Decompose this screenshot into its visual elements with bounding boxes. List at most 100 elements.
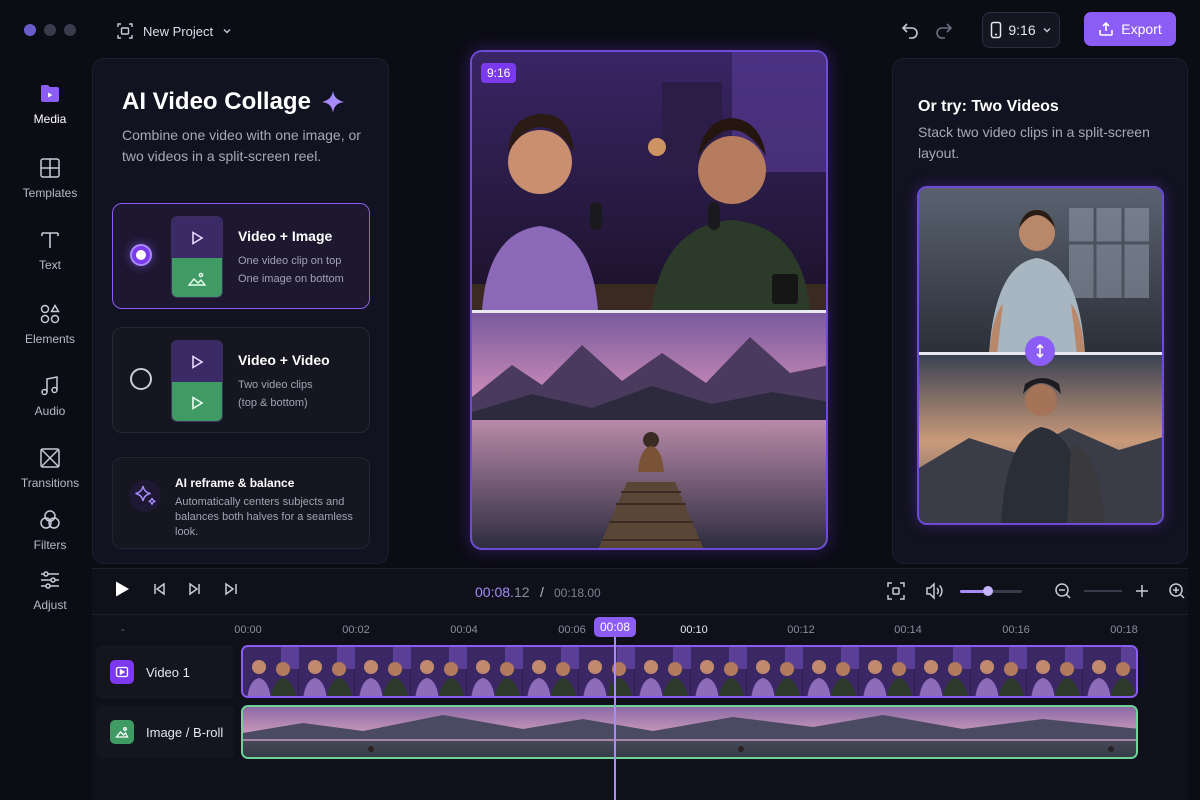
sidebar-item-audio[interactable]: Audio xyxy=(8,374,92,418)
playhead-label[interactable]: 00:08 xyxy=(594,617,636,637)
image-clip[interactable] xyxy=(241,705,1138,759)
sidebar-item-text[interactable]: Text xyxy=(8,228,92,272)
sparkle-icon xyxy=(321,90,345,114)
redo-icon[interactable] xyxy=(934,20,954,40)
zoom-out-icon[interactable] xyxy=(1054,582,1072,600)
timeline-tools xyxy=(886,581,1186,601)
radio-unselected[interactable] xyxy=(130,368,152,390)
filmstrip-frame xyxy=(635,647,691,696)
option-line2: (top & bottom) xyxy=(238,397,308,409)
volume-slider-knob[interactable] xyxy=(982,585,993,596)
play-icon xyxy=(172,341,222,382)
filmstrip-frame xyxy=(859,647,915,696)
step-forward-icon[interactable] xyxy=(188,582,202,596)
window-dot-close[interactable] xyxy=(24,24,36,36)
ruler-tick: 00:14 xyxy=(894,624,922,636)
play-icon[interactable] xyxy=(114,580,130,598)
panel-description: Combine one video with one image, or two… xyxy=(122,127,361,164)
layout-thumbnail xyxy=(171,340,223,422)
aspect-ratio-selector[interactable]: 9:16 xyxy=(982,12,1060,48)
volume-icon[interactable] xyxy=(924,581,944,601)
audio-icon xyxy=(38,374,62,398)
sidebar-item-label: Audio xyxy=(34,404,66,418)
filmstrip-frame xyxy=(1027,647,1083,696)
text-icon xyxy=(38,228,62,252)
chevron-down-icon xyxy=(1042,25,1052,35)
window-dot-minimize[interactable] xyxy=(44,24,56,36)
project-name: New Project xyxy=(143,23,214,39)
ruler-tick: 00:12 xyxy=(787,624,815,636)
upload-icon xyxy=(1098,21,1114,37)
plus-icon[interactable] xyxy=(1134,583,1150,599)
alt-title: Or try: Two Videos xyxy=(918,98,1059,115)
media-icon xyxy=(38,82,62,106)
zoom-slider[interactable] xyxy=(1084,590,1122,592)
filmstrip-frame xyxy=(355,647,411,696)
sidebar-item-filters[interactable]: Filters xyxy=(8,508,92,552)
radio-selected[interactable] xyxy=(130,244,152,266)
sidebar-item-templates[interactable]: Templates xyxy=(8,156,92,200)
option-line2: One image on bottom xyxy=(238,273,344,285)
sidebar-item-label: Text xyxy=(38,258,61,272)
video-track-icon xyxy=(110,660,134,684)
ruler-tick: 00:06 xyxy=(558,624,586,636)
option-video-image[interactable]: Video + Image One video clip on top One … xyxy=(112,203,370,309)
filmstrip-frame xyxy=(579,647,635,696)
collage-preview[interactable] xyxy=(470,50,828,550)
export-label: Export xyxy=(1121,21,1162,37)
undo-icon[interactable] xyxy=(900,20,920,40)
filmstrip-frame xyxy=(691,647,747,696)
play-icon xyxy=(172,382,222,421)
option-title: Video + Image xyxy=(238,228,333,244)
project-icon xyxy=(116,22,134,40)
filmstrip-frame xyxy=(1083,647,1136,696)
filmstrip-frame xyxy=(971,647,1027,696)
video-clip[interactable] xyxy=(241,645,1138,698)
project-selector[interactable]: New Project xyxy=(116,18,232,44)
volume-slider[interactable] xyxy=(960,585,1022,596)
adjust-icon xyxy=(38,568,62,592)
ruler-tick: 00:02 xyxy=(342,624,370,636)
image-clip-bottom xyxy=(472,313,826,548)
panel-title-text: AI Video Collage xyxy=(122,88,311,115)
chevron-down-icon xyxy=(222,26,232,36)
layout-thumbnail xyxy=(171,216,223,298)
track-name: Video 1 xyxy=(146,664,190,680)
skip-forward-icon[interactable] xyxy=(224,582,238,596)
track-header-video[interactable]: Video 1 xyxy=(96,645,234,699)
sidebar-item-label: Templates xyxy=(22,186,78,200)
zoom-in-icon[interactable] xyxy=(1168,582,1186,600)
option-line1: Two video clips xyxy=(238,379,313,391)
track-header-image[interactable]: Image / B-roll xyxy=(96,705,234,759)
option-video-video[interactable]: Video + Video Two video clips (top & bot… xyxy=(112,327,370,433)
sidebar-item-transitions[interactable]: Transitions xyxy=(8,446,92,490)
option-line1: One video clip on top xyxy=(238,255,342,267)
playhead-line[interactable] xyxy=(614,636,616,800)
filmstrip-frame xyxy=(411,647,467,696)
image-icon xyxy=(172,258,222,297)
export-button[interactable]: Export xyxy=(1084,12,1176,46)
alt-description: Stack two video clips in a split-screen … xyxy=(918,124,1150,161)
transitions-icon xyxy=(38,446,62,470)
image-track-icon xyxy=(110,720,134,744)
sidebar-item-label: Filters xyxy=(33,538,67,552)
current-time-main: 00:08. xyxy=(475,584,514,600)
templates-icon xyxy=(38,156,62,180)
window-dot-maximize[interactable] xyxy=(64,24,76,36)
ai-card-title: AI reframe & balance xyxy=(175,476,295,490)
sidebar-item-media[interactable]: Media xyxy=(8,82,92,126)
ruler-tick: 00:18 xyxy=(1110,624,1138,636)
track-name: Image / B-roll xyxy=(146,724,224,740)
fit-screen-icon[interactable] xyxy=(886,581,906,601)
video-clip-top xyxy=(472,52,826,310)
sidebar-item-adjust[interactable]: Adjust xyxy=(8,568,92,612)
time-separator: / xyxy=(540,584,544,600)
sidebar-item-label: Transitions xyxy=(20,476,80,490)
skip-back-icon[interactable] xyxy=(152,582,166,596)
phone-icon xyxy=(990,21,1002,39)
swap-vertical-icon[interactable] xyxy=(1025,336,1055,366)
ruler-start: - xyxy=(121,624,125,636)
filmstrip-frame xyxy=(467,647,523,696)
filmstrip-frame xyxy=(243,647,299,696)
sidebar-item-elements[interactable]: Elements xyxy=(8,302,92,346)
